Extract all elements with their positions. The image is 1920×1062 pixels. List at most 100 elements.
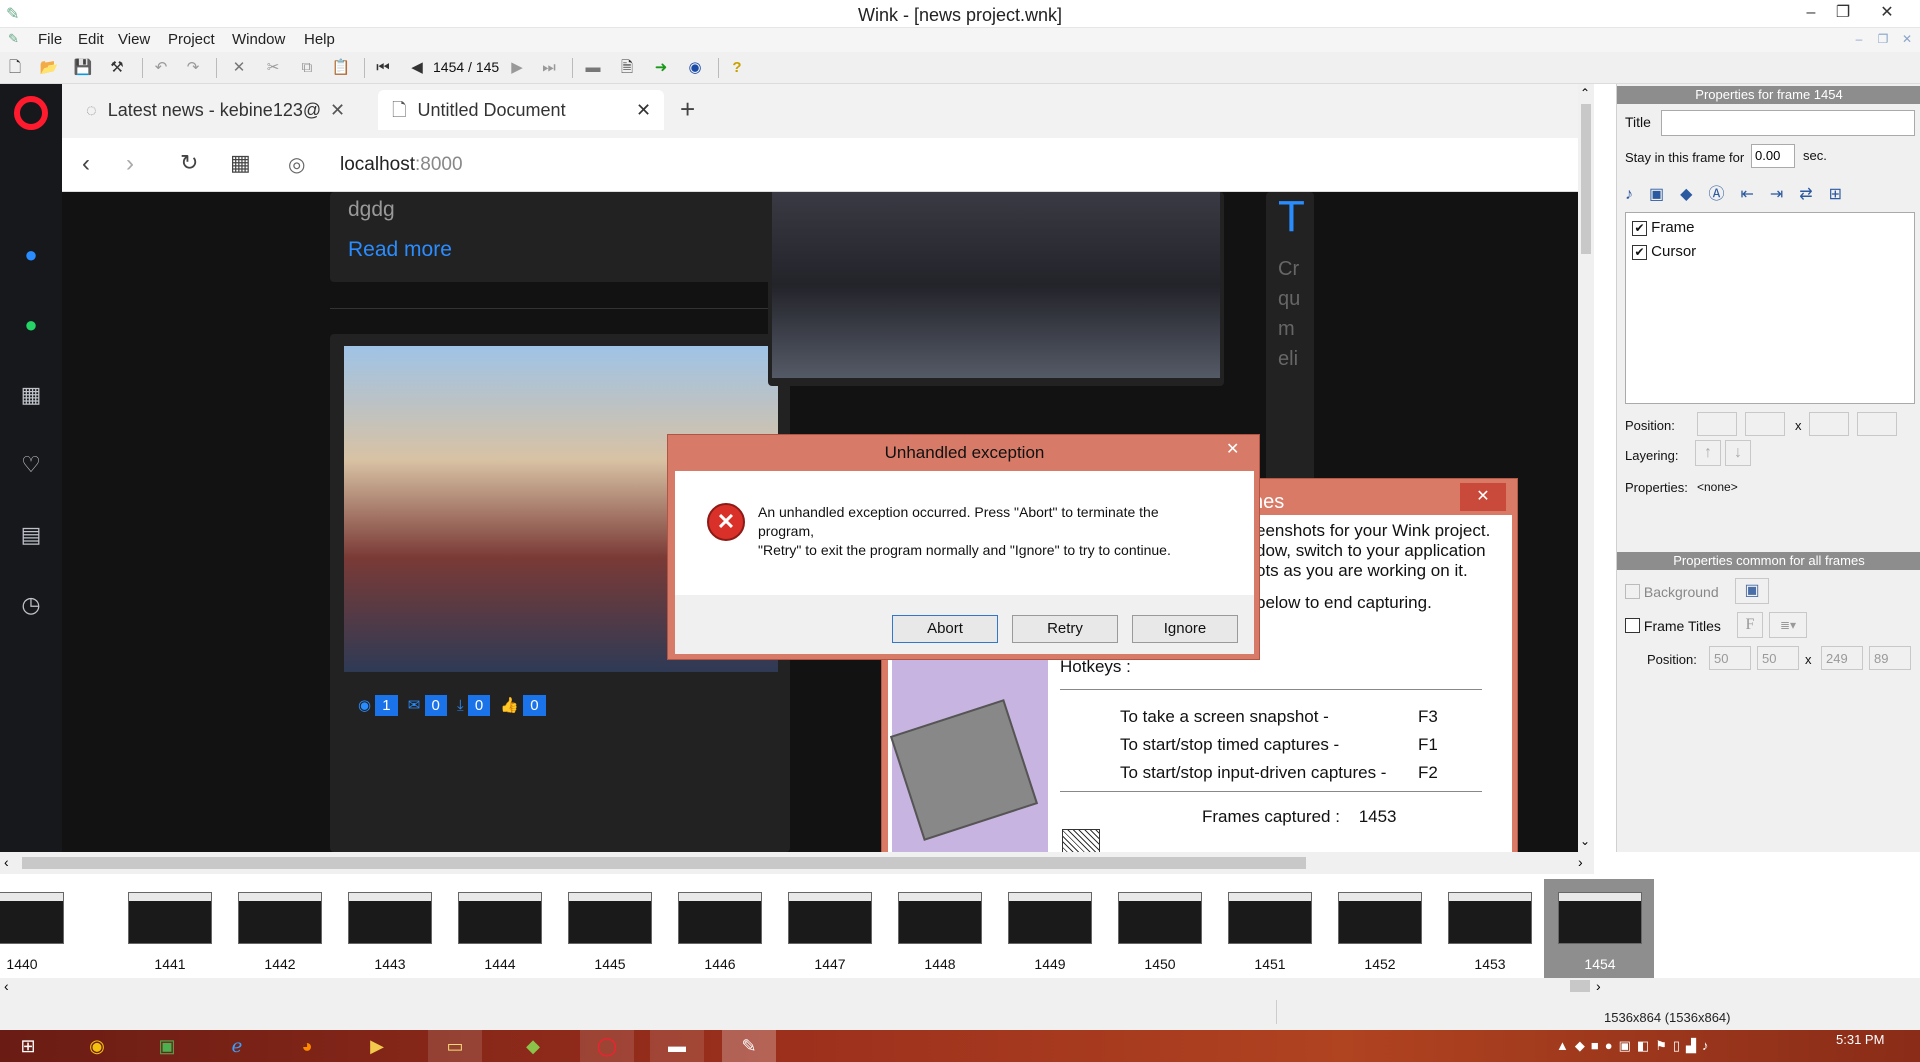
common-position-y[interactable]: 50 — [1757, 646, 1799, 670]
frame-thumbnail[interactable] — [568, 892, 652, 944]
scroll-up-icon[interactable]: ⌃ — [1580, 86, 1590, 100]
scroll-thumb[interactable] — [22, 857, 1306, 869]
tray-app-icon[interactable]: ◧ — [1637, 1038, 1655, 1053]
frame-thumbnail[interactable] — [238, 892, 322, 944]
error-dialog-close-icon[interactable]: ✕ — [1226, 439, 1239, 459]
file-explorer-icon[interactable]: ▭ — [428, 1030, 482, 1062]
news-icon[interactable]: ▤ — [14, 518, 48, 552]
menu-project[interactable]: Project — [168, 31, 215, 48]
frame-thumbnail[interactable] — [678, 892, 762, 944]
frame-thumbnail[interactable] — [458, 892, 542, 944]
stay-duration-input[interactable]: 0.00 — [1751, 144, 1795, 168]
copy-icon[interactable]: ⧉ — [296, 57, 318, 79]
checkbox-icon[interactable] — [1625, 618, 1640, 633]
frame-thumbnail[interactable] — [788, 892, 872, 944]
menu-window[interactable]: Window — [232, 31, 285, 48]
frame-thumbnail[interactable] — [0, 892, 64, 944]
mdi-minimize-icon[interactable]: – — [1848, 28, 1870, 50]
layer-down-icon[interactable]: ↓ — [1725, 440, 1751, 466]
opera-taskbar-icon[interactable]: ◯ — [580, 1030, 634, 1062]
checkbox-icon[interactable]: ✔ — [1632, 221, 1647, 236]
cut-icon[interactable]: ✂ — [262, 57, 284, 79]
canvas-hscrollbar[interactable]: ‹ › — [0, 852, 1594, 874]
back-icon[interactable]: ‹ — [82, 150, 90, 178]
undo-icon[interactable]: ↶ — [150, 57, 172, 79]
forward-icon[interactable]: › — [126, 150, 134, 178]
tab-close-icon[interactable]: ✕ — [636, 100, 651, 121]
title-input[interactable] — [1661, 110, 1915, 136]
frame-titles-option[interactable]: Frame Titles — [1625, 618, 1721, 634]
new-file-icon[interactable]: 🗋 — [4, 57, 26, 79]
opera-logo-icon[interactable] — [14, 96, 48, 130]
build-hammer-icon[interactable]: ⚒ — [106, 57, 128, 79]
menu-help[interactable]: Help — [304, 31, 335, 48]
abort-button[interactable]: Abort — [892, 615, 998, 643]
bookmarks-heart-icon[interactable]: ♡ — [14, 448, 48, 482]
canvas-vscrollbar[interactable]: ⌃ ⌄ — [1578, 84, 1594, 852]
render-icon[interactable]: 🗎 — [616, 57, 638, 79]
common-width[interactable]: 249 — [1821, 646, 1863, 670]
tray-flag-icon[interactable]: ⚑ — [1655, 1038, 1673, 1053]
frame-thumbnail[interactable] — [1338, 892, 1422, 944]
scroll-thumb[interactable] — [1570, 980, 1590, 992]
tray-battery-icon[interactable]: ▯ — [1673, 1038, 1686, 1053]
common-position-x[interactable]: 50 — [1709, 646, 1751, 670]
tray-app-icon[interactable]: ● — [1605, 1038, 1619, 1053]
frame-thumbnail[interactable] — [348, 892, 432, 944]
tab-latest-news[interactable]: ◌ Latest news - kebine123@ — [72, 90, 372, 130]
ignore-button[interactable]: Ignore — [1132, 615, 1238, 643]
store-icon[interactable]: ▣ — [140, 1030, 194, 1062]
command-prompt-icon[interactable]: ▬ — [650, 1030, 704, 1062]
wink-taskbar-icon[interactable]: ✎ — [722, 1030, 776, 1062]
close-button[interactable]: ✕ — [1864, 0, 1910, 28]
navigation-icon[interactable]: ⇄ — [1799, 186, 1828, 203]
capture-icon[interactable]: ▬ — [582, 57, 604, 79]
position-x-input[interactable] — [1697, 412, 1737, 436]
internet-explorer-icon[interactable]: ℯ — [210, 1030, 264, 1062]
frame-thumbnail[interactable] — [1118, 892, 1202, 944]
align-dropdown-icon[interactable]: ≣▾ — [1769, 612, 1807, 638]
tray-network-icon[interactable]: ▲ — [1556, 1038, 1575, 1053]
capture-dialog-close-button[interactable]: ✕ — [1460, 483, 1506, 511]
layer-frame[interactable]: ✔ Frame — [1632, 219, 1695, 236]
layer-cursor[interactable]: ✔ Cursor — [1632, 243, 1696, 260]
export-arrow-icon[interactable]: ➜ — [650, 57, 672, 79]
tray-volume-icon[interactable]: ♪ — [1702, 1038, 1715, 1053]
menu-file[interactable]: File — [38, 31, 62, 48]
frame-thumbnail[interactable] — [1558, 892, 1642, 944]
scroll-right-icon[interactable]: › — [1596, 978, 1601, 994]
tray-app-icon[interactable]: ■ — [1591, 1038, 1605, 1053]
button-icon[interactable]: ⇥ — [1770, 186, 1799, 203]
whatsapp-icon[interactable]: ● — [14, 308, 48, 342]
background-option[interactable]: Background — [1625, 584, 1719, 600]
layer-up-icon[interactable]: ↑ — [1695, 440, 1721, 466]
messenger-icon[interactable]: ● — [14, 238, 48, 272]
last-frame-icon[interactable]: ⏭ — [538, 57, 560, 79]
scroll-thumb[interactable] — [1581, 104, 1591, 254]
app-icon[interactable]: ◕ — [280, 1030, 334, 1062]
tray-app-icon[interactable]: ▣ — [1619, 1038, 1637, 1053]
font-button[interactable]: F — [1737, 612, 1763, 638]
checkbox-icon[interactable]: ✔ — [1632, 245, 1647, 260]
start-windows-icon[interactable]: ⊞ — [0, 1030, 56, 1062]
chrome-icon[interactable]: ◉ — [70, 1030, 124, 1062]
redo-icon[interactable]: ↷ — [182, 57, 204, 79]
text-box-icon[interactable]: Ⓐ — [1708, 186, 1740, 203]
frame-thumbnail[interactable] — [1228, 892, 1312, 944]
background-image-icon[interactable]: ▣ — [1735, 578, 1769, 604]
position-y-input[interactable] — [1745, 412, 1785, 436]
mdi-restore-icon[interactable]: ❐ — [1872, 28, 1894, 50]
layers-list[interactable]: ✔ Frame ✔ Cursor — [1625, 212, 1915, 404]
frame-thumbnail[interactable] — [1008, 892, 1092, 944]
first-frame-icon[interactable]: ⏮ — [372, 57, 394, 79]
retry-button[interactable]: Retry — [1012, 615, 1118, 643]
shape-icon[interactable]: ◆ — [1680, 186, 1708, 203]
help-icon[interactable]: ? — [726, 57, 748, 79]
mdi-close-icon[interactable]: ✕ — [1896, 28, 1918, 50]
tab-close-icon[interactable]: ✕ — [330, 100, 345, 121]
read-more-link[interactable]: Read more — [348, 238, 452, 262]
scroll-down-icon[interactable]: ⌄ — [1580, 834, 1590, 848]
delete-icon[interactable]: ✕ — [228, 57, 250, 79]
reload-icon[interactable]: ↻ — [180, 150, 198, 176]
tab-untitled-document[interactable]: 🗋 Untitled Document — [378, 90, 664, 130]
